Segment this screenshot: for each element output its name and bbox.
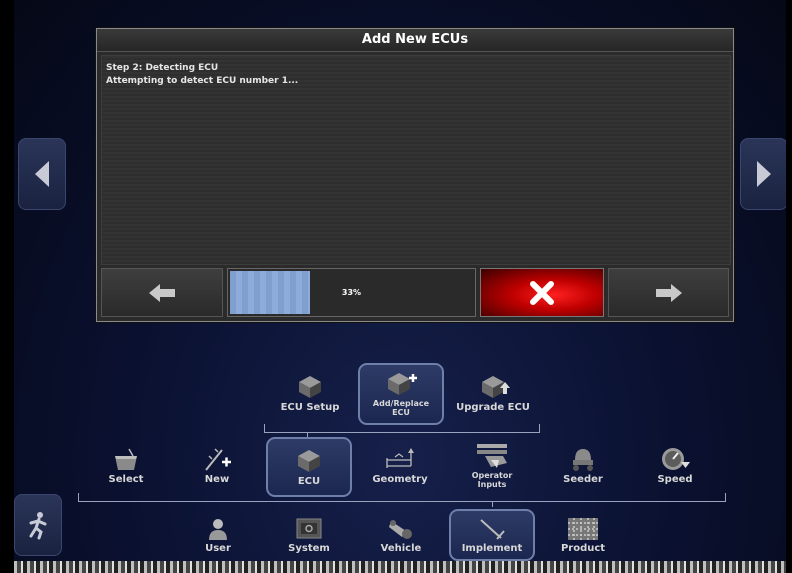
status-detail: Attempting to detect ECU number 1... bbox=[106, 76, 299, 86]
menu-label: Add/Replace ECU bbox=[372, 399, 430, 417]
menu-ecu-setup[interactable]: ECU Setup bbox=[267, 372, 353, 413]
menu-product[interactable]: Product bbox=[540, 517, 626, 554]
menu-label: Select bbox=[108, 474, 144, 485]
menu-bracket bbox=[78, 493, 726, 502]
screen: Add New ECUs Step 2: Detecting ECU Attem… bbox=[14, 0, 786, 573]
menu-speed[interactable]: Speed bbox=[632, 446, 718, 485]
menu-seeder[interactable]: Seeder bbox=[540, 446, 626, 485]
arrow-right-icon bbox=[655, 283, 682, 302]
menu-geometry[interactable]: Geometry bbox=[357, 446, 443, 485]
menu-ecu[interactable]: ECU bbox=[266, 437, 352, 497]
cancel-button[interactable] bbox=[480, 268, 604, 317]
vehicle-icon bbox=[389, 520, 412, 539]
seeder-icon bbox=[573, 449, 593, 471]
menu-bracket bbox=[264, 424, 540, 433]
next-page-button[interactable] bbox=[740, 138, 786, 210]
menu-user[interactable]: User bbox=[175, 517, 261, 554]
add-replace-ecu-icon bbox=[388, 373, 417, 395]
running-man-icon bbox=[29, 512, 47, 540]
menu-label: Seeder bbox=[563, 474, 603, 485]
progress-bar: 33% bbox=[227, 268, 476, 317]
basket-icon bbox=[115, 448, 137, 470]
upgrade-ecu-icon bbox=[482, 376, 510, 398]
menu-system[interactable]: System bbox=[266, 517, 352, 554]
user-icon bbox=[209, 519, 227, 540]
speed-icon bbox=[662, 448, 690, 470]
dialog-footer: 33% bbox=[101, 268, 729, 317]
add-ecu-dialog: Add New ECUs Step 2: Detecting ECU Attem… bbox=[96, 28, 734, 322]
menu-label: Speed bbox=[657, 474, 693, 485]
menu-add-replace-ecu[interactable]: Add/Replace ECU bbox=[358, 363, 444, 425]
menu-label: ECU Setup bbox=[280, 402, 340, 413]
geometry-icon bbox=[386, 448, 414, 468]
close-icon bbox=[530, 280, 554, 305]
menu-label: System bbox=[288, 543, 330, 554]
menu-label: ECU bbox=[297, 476, 321, 487]
dialog-body: Step 2: Detecting ECU Attempting to dete… bbox=[101, 55, 731, 265]
menu-label: Operator Inputs bbox=[471, 471, 513, 489]
progress-label: 33% bbox=[341, 288, 362, 297]
menu-label: Product bbox=[560, 543, 606, 554]
arrow-left-icon bbox=[35, 161, 49, 187]
menu-upgrade-ecu[interactable]: Upgrade ECU bbox=[450, 372, 536, 413]
arrow-left-icon bbox=[149, 283, 175, 302]
next-button[interactable] bbox=[608, 268, 729, 317]
status-step: Step 2: Detecting ECU bbox=[106, 63, 219, 73]
menu-label: Upgrade ECU bbox=[456, 402, 530, 413]
menu-new[interactable]: New bbox=[174, 446, 260, 485]
ecu-setup-icon bbox=[299, 376, 321, 398]
menu-label: User bbox=[205, 543, 231, 554]
back-button[interactable] bbox=[101, 268, 223, 317]
system-icon bbox=[296, 518, 322, 539]
prev-page-button[interactable] bbox=[18, 138, 66, 210]
menu-implement[interactable]: Implement bbox=[449, 509, 535, 561]
menu-operator-inputs[interactable]: Operator Inputs bbox=[449, 441, 535, 489]
dialog-title: Add New ECUs bbox=[97, 29, 733, 52]
menu-vehicle[interactable]: Vehicle bbox=[358, 517, 444, 554]
implement-icon bbox=[480, 519, 505, 540]
arrow-right-icon bbox=[757, 161, 771, 187]
menu-label: Implement bbox=[461, 543, 523, 554]
ecu-icon bbox=[298, 450, 320, 472]
operator-inputs-icon bbox=[477, 444, 507, 468]
menu-label: New bbox=[204, 474, 230, 485]
new-icon bbox=[205, 448, 231, 471]
menu-select[interactable]: Select bbox=[83, 446, 169, 485]
screen-edge-artifact bbox=[14, 561, 786, 573]
menu-label: Geometry bbox=[372, 474, 428, 485]
menu-label: Vehicle bbox=[380, 543, 422, 554]
exit-button[interactable] bbox=[14, 494, 62, 556]
product-icon bbox=[568, 518, 598, 540]
menu-connector bbox=[492, 501, 493, 507]
